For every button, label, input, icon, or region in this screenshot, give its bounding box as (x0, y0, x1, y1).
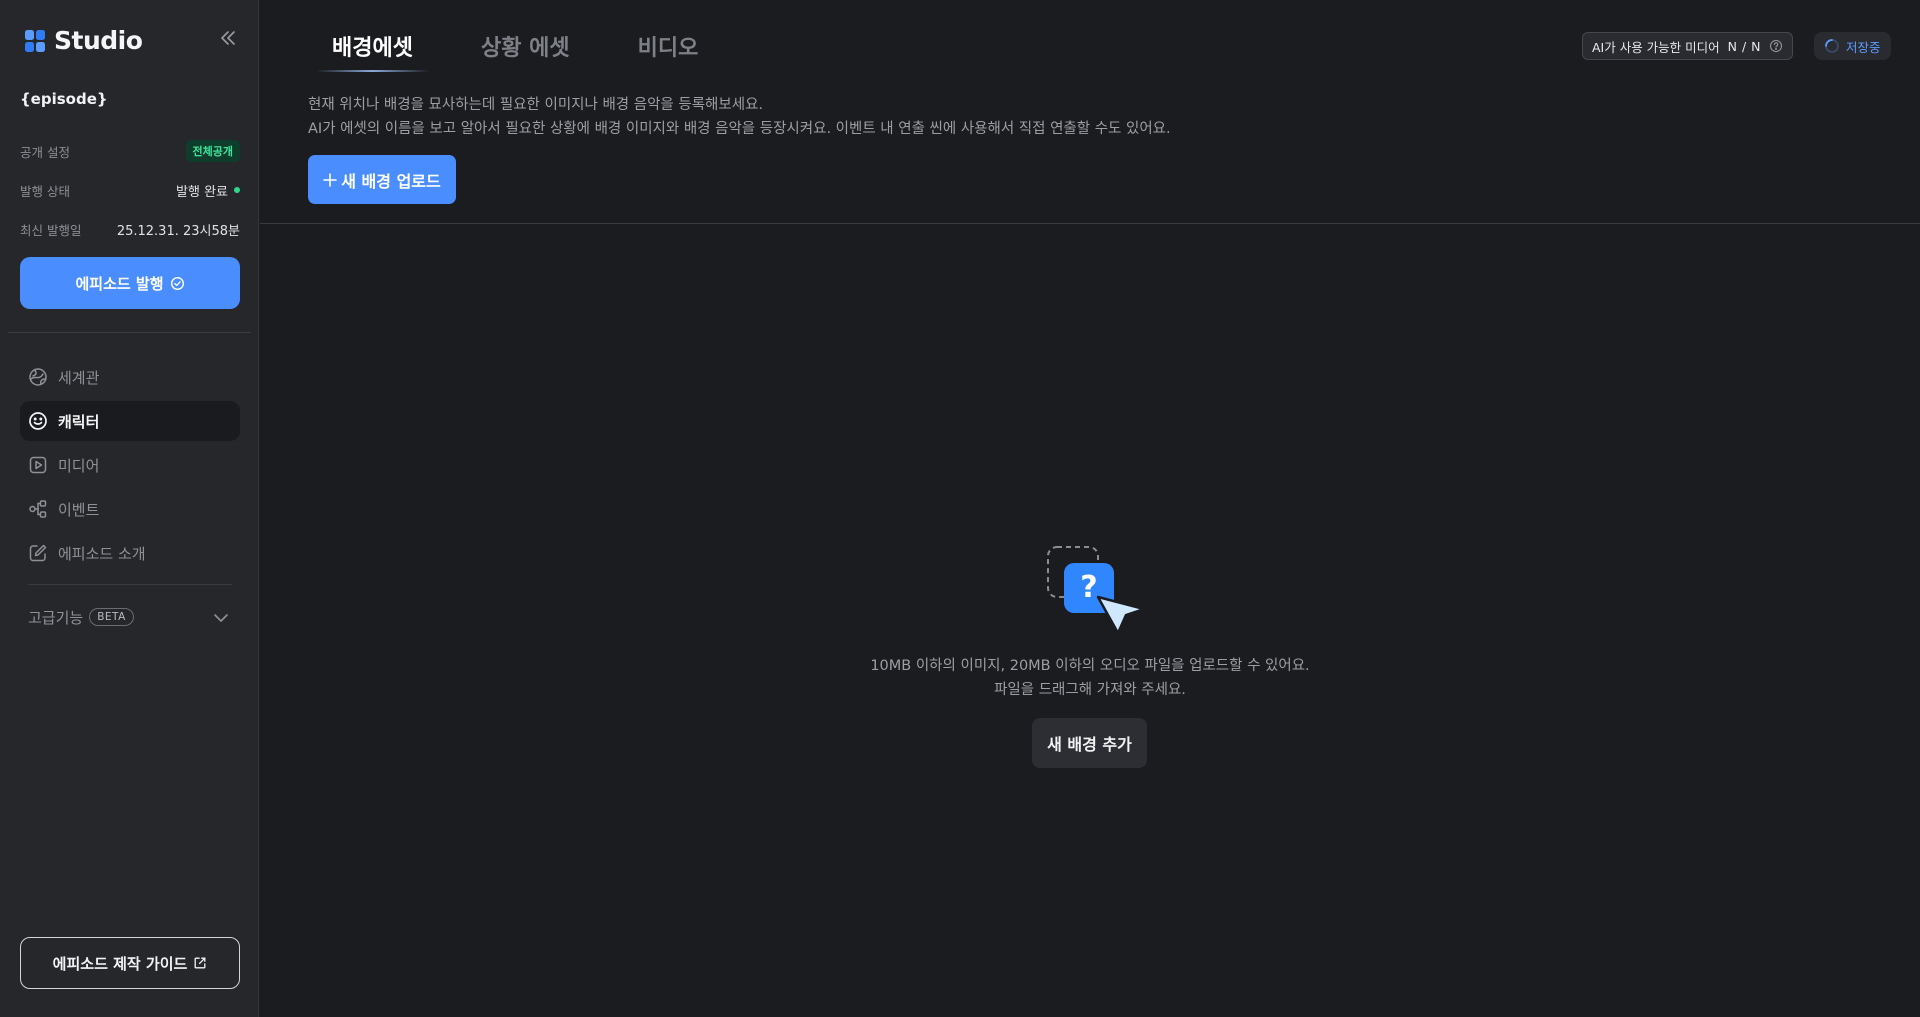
visibility-row: 공개 설정 전체공개 (20, 139, 240, 163)
episode-title: {episode} (20, 90, 108, 108)
visibility-label: 공개 설정 (20, 144, 70, 160)
smile-icon (29, 412, 47, 430)
status-label: 발행 상태 (20, 183, 70, 199)
nav-label-event: 이벤트 (58, 500, 100, 519)
asset-tabs: 배경에셋 상황 에셋 비디오 (298, 30, 732, 72)
tab-background-assets[interactable]: 배경에셋 (298, 30, 447, 72)
brand[interactable]: Studio (24, 26, 143, 55)
description-line-2: AI가 에셋의 이름을 보고 알아서 필요한 상황에 배경 이미지와 배경 음악… (308, 121, 1171, 137)
status-row: 발행 상태 발행 완료 (20, 178, 240, 202)
nav-item-event[interactable]: 이벤트 (20, 489, 240, 529)
media-usage-count: N / N (1727, 38, 1762, 54)
guide-label: 에피소드 제작 가이드 (52, 954, 188, 973)
advanced-features-toggle[interactable]: 고급기능 BETA (20, 602, 240, 632)
brand-name: Studio (54, 26, 143, 55)
edit-icon (29, 544, 47, 562)
upload-label: 새 배경 업로드 (341, 171, 441, 191)
collapse-sidebar-icon[interactable] (218, 28, 238, 48)
advanced-label: 고급기능 (28, 608, 84, 627)
nav-label-media: 미디어 (58, 456, 100, 475)
saving-status: 저장중 (1814, 32, 1891, 60)
nav-item-character[interactable]: 캐릭터 (20, 401, 240, 441)
nav-label-worldview: 세계관 (58, 368, 100, 387)
add-background-button[interactable]: 새 배경 추가 (1032, 718, 1147, 768)
help-icon[interactable] (1769, 39, 1783, 53)
tab-description: 현재 위치나 배경을 묘사하는데 필요한 이미지나 배경 음악을 등록해보세요.… (308, 93, 1171, 141)
date-value: 25.12.31. 23시58분 (116, 223, 240, 239)
studio-logo-icon (25, 29, 45, 52)
publish-label: 에피소드 발행 (75, 274, 164, 293)
chevron-down-icon (214, 614, 228, 622)
spinner-icon (1825, 39, 1839, 53)
svg-text:?: ? (1080, 570, 1097, 605)
sidebar: Studio {episode} 공개 설정 전체공개 발행 상태 발행 완료 … (0, 0, 259, 1017)
beta-badge: BETA (89, 608, 134, 626)
empty-state-text: 10MB 이하의 이미지, 20MB 이하의 오디오 파일을 업로드할 수 있어… (260, 654, 1920, 702)
sidebar-divider-2 (28, 584, 232, 585)
empty-upload-icon: ? (1047, 546, 1146, 635)
main-content: 배경에셋 상황 에셋 비디오 AI가 사용 가능한 미디어 N / N 저장중 … (260, 0, 1920, 1017)
date-row: 최신 발행일 25.12.31. 23시58분 (20, 217, 240, 241)
saving-label: 저장중 (1846, 39, 1881, 55)
episode-guide-button[interactable]: 에피소드 제작 가이드 (20, 937, 240, 989)
empty-line-2: 파일을 드래그해 가져와 주세요. (994, 682, 1186, 698)
nav-label-episode-intro: 에피소드 소개 (58, 544, 146, 563)
media-usage-label: AI가 사용 가능한 미디어 (1592, 39, 1720, 55)
play-icon (29, 456, 47, 474)
upload-background-button[interactable]: 새 배경 업로드 (308, 155, 456, 204)
tab-video[interactable]: 비디오 (604, 30, 733, 72)
external-link-icon (194, 957, 206, 969)
nav-item-media[interactable]: 미디어 (20, 445, 240, 485)
visibility-badge: 전체공개 (185, 140, 240, 162)
status-value: 발행 완료 (176, 181, 240, 200)
status-dot-icon (234, 187, 240, 193)
check-circle-icon (170, 276, 184, 290)
nav-item-worldview[interactable]: 세계관 (20, 357, 240, 397)
media-usage-indicator[interactable]: AI가 사용 가능한 미디어 N / N (1582, 32, 1794, 60)
status-text: 발행 완료 (176, 184, 228, 200)
plus-icon (323, 172, 338, 187)
date-label: 최신 발행일 (20, 222, 82, 238)
globe-icon (29, 368, 47, 386)
nav-label-character: 캐릭터 (58, 412, 100, 431)
sidebar-divider (8, 332, 251, 333)
tab-situation-assets[interactable]: 상황 에셋 (447, 30, 604, 72)
description-line-1: 현재 위치나 배경을 묘사하는데 필요한 이미지나 배경 음악을 등록해보세요. (308, 97, 764, 113)
content-divider (260, 223, 1920, 224)
publish-episode-button[interactable]: 에피소드 발행 (20, 257, 240, 309)
empty-line-1: 10MB 이하의 이미지, 20MB 이하의 오디오 파일을 업로드할 수 있어… (870, 658, 1310, 674)
nodes-icon (29, 500, 47, 518)
nav-item-episode-intro[interactable]: 에피소드 소개 (20, 533, 240, 573)
